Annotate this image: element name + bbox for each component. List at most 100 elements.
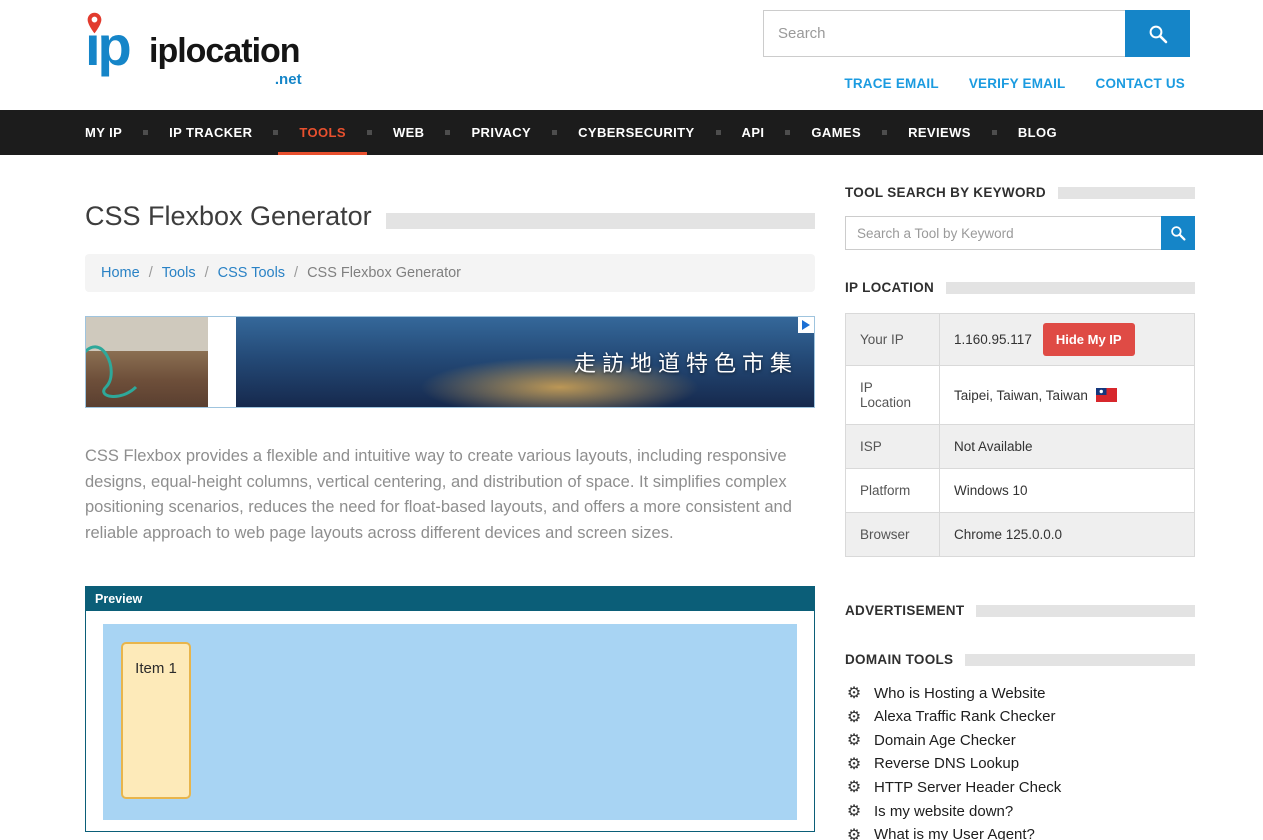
title-row: CSS Flexbox Generator — [85, 201, 815, 232]
site-logo[interactable]: ıp iplocation .net — [85, 10, 300, 82]
row-label: ISP — [846, 425, 940, 469]
verify-email-link[interactable]: VERIFY EMAIL — [969, 76, 1066, 91]
domain-tool-link-domain-age[interactable]: Domain Age Checker — [874, 733, 1016, 750]
ip-location-heading: IP LOCATION — [845, 280, 934, 295]
list-item: ⚙ Alexa Traffic Rank Checker — [845, 709, 1195, 727]
nav-item-ip-tracker[interactable]: IP TRACKER — [148, 110, 273, 155]
row-label: Your IP — [846, 314, 940, 366]
row-value-cell: 1.160.95.117 Hide My IP — [940, 314, 1195, 366]
table-row-platform: Platform Windows 10 — [846, 469, 1195, 513]
breadcrumb-separator: / — [294, 265, 298, 281]
list-item: ⚙ Is my website down? — [845, 803, 1195, 821]
domain-tool-link-http-header[interactable]: HTTP Server Header Check — [874, 780, 1061, 797]
contact-us-link[interactable]: CONTACT US — [1096, 76, 1186, 91]
list-item: ⚙ Who is Hosting a Website — [845, 685, 1195, 703]
tool-search-button[interactable] — [1161, 216, 1195, 250]
gear-icon: ⚙ — [845, 803, 863, 821]
domain-tool-link-hosting[interactable]: Who is Hosting a Website — [874, 686, 1045, 703]
logo-icon: ıp — [85, 10, 149, 82]
search-icon — [1170, 225, 1186, 241]
flex-item-label: Item 1 — [135, 660, 177, 797]
row-value-cell: Not Available — [940, 425, 1195, 469]
content: CSS Flexbox Generator Home / Tools / CSS… — [0, 155, 1263, 840]
domain-tool-link-reverse-dns[interactable]: Reverse DNS Lookup — [874, 756, 1019, 773]
ad-banner[interactable]: 走訪地道特色市集 — [85, 316, 815, 408]
search-button[interactable] — [1125, 10, 1190, 57]
preview-header: Preview — [86, 587, 814, 611]
tool-search-input[interactable] — [845, 216, 1161, 250]
row-value-cell: Taipei, Taiwan, Taiwan — [940, 366, 1195, 425]
breadcrumb: Home / Tools / CSS Tools / CSS Flexbox G… — [85, 254, 815, 292]
row-value-cell: Windows 10 — [940, 469, 1195, 513]
taiwan-flag-icon — [1096, 388, 1117, 402]
header-links: TRACE EMAIL VERIFY EMAIL CONTACT US — [844, 76, 1185, 91]
top-header: ıp iplocation .net TRACE EMAIL VERIFY EM… — [0, 0, 1263, 110]
title-decoration-bar — [386, 213, 815, 229]
ip-info-table: Your IP 1.160.95.117 Hide My IP IP Locat… — [845, 313, 1195, 557]
nav-item-privacy[interactable]: PRIVACY — [450, 110, 552, 155]
table-row-isp: ISP Not Available — [846, 425, 1195, 469]
domain-tools-heading-row: DOMAIN TOOLS — [845, 652, 1195, 667]
heading-decoration-bar — [946, 282, 1195, 294]
breadcrumb-css-tools[interactable]: CSS Tools — [218, 265, 285, 281]
domain-tool-link-user-agent[interactable]: What is my User Agent? — [874, 827, 1035, 840]
domain-tools-heading: DOMAIN TOOLS — [845, 652, 953, 667]
list-item: ⚙ HTTP Server Header Check — [845, 779, 1195, 797]
flex-container: Item 1 — [103, 624, 797, 820]
row-label: Browser — [846, 513, 940, 557]
list-item: ⚙ What is my User Agent? — [845, 827, 1195, 840]
logo-tld: .net — [275, 71, 302, 88]
domain-tools-list: ⚙ Who is Hosting a Website ⚙ Alexa Traff… — [845, 685, 1195, 840]
main-column: CSS Flexbox Generator Home / Tools / CSS… — [85, 185, 815, 840]
breadcrumb-home[interactable]: Home — [101, 265, 140, 281]
heading-decoration-bar — [965, 654, 1195, 666]
adchoices-icon[interactable] — [798, 317, 814, 333]
heading-decoration-bar — [976, 605, 1195, 617]
ad-gap — [208, 317, 236, 407]
ad-left-squiggle — [86, 317, 208, 407]
trace-email-link[interactable]: TRACE EMAIL — [844, 76, 938, 91]
breadcrumb-current: CSS Flexbox Generator — [307, 265, 461, 281]
nav-item-blog[interactable]: BLOG — [997, 110, 1078, 155]
ad-main-image: 走訪地道特色市集 — [236, 317, 814, 407]
domain-tool-link-alexa[interactable]: Alexa Traffic Rank Checker — [874, 709, 1055, 726]
tool-search-heading-row: TOOL SEARCH BY KEYWORD — [845, 185, 1195, 200]
nav-item-api[interactable]: API — [721, 110, 786, 155]
nav-item-tools[interactable]: TOOLS — [278, 110, 367, 155]
heading-decoration-bar — [1058, 187, 1195, 199]
nav-item-web[interactable]: WEB — [372, 110, 446, 155]
tool-search — [845, 216, 1195, 250]
your-ip-value: 1.160.95.117 — [954, 332, 1032, 347]
gear-icon: ⚙ — [845, 779, 863, 797]
hide-my-ip-button[interactable]: Hide My IP — [1043, 323, 1135, 356]
ad-left-image — [86, 317, 208, 407]
list-item: ⚙ Domain Age Checker — [845, 732, 1195, 750]
gear-icon: ⚙ — [845, 827, 863, 840]
nav-item-my-ip[interactable]: MY IP — [85, 110, 143, 155]
logo-wordmark: iplocation — [149, 32, 300, 70]
row-label: Platform — [846, 469, 940, 513]
preview-panel: Preview Item 1 — [85, 586, 815, 832]
gear-icon: ⚙ — [845, 732, 863, 750]
search-input[interactable] — [763, 10, 1125, 57]
flex-item-1[interactable]: Item 1 — [121, 642, 191, 799]
map-pin-icon — [86, 12, 103, 34]
nav-item-reviews[interactable]: REVIEWS — [887, 110, 992, 155]
search-icon — [1148, 24, 1168, 44]
ad-text: 走訪地道特色市集 — [574, 346, 814, 378]
table-row-browser: Browser Chrome 125.0.0.0 — [846, 513, 1195, 557]
advertisement-heading: ADVERTISEMENT — [845, 603, 964, 618]
table-row-your-ip: Your IP 1.160.95.117 Hide My IP — [846, 314, 1195, 366]
row-value-cell: Chrome 125.0.0.0 — [940, 513, 1195, 557]
tool-description: CSS Flexbox provides a flexible and intu… — [85, 444, 815, 546]
advertisement-heading-row: ADVERTISEMENT — [845, 603, 1195, 618]
table-row-ip-location: IP Location Taipei, Taiwan, Taiwan — [846, 366, 1195, 425]
nav-item-cybersecurity[interactable]: CYBERSECURITY — [557, 110, 715, 155]
breadcrumb-tools[interactable]: Tools — [162, 265, 196, 281]
preview-body: Item 1 — [86, 611, 814, 831]
main-nav: MY IP IP TRACKER TOOLS WEB PRIVACY CYBER… — [0, 110, 1263, 155]
sidebar: TOOL SEARCH BY KEYWORD IP LOCATION Your … — [845, 185, 1195, 840]
domain-tool-link-website-down[interactable]: Is my website down? — [874, 804, 1013, 821]
nav-item-games[interactable]: GAMES — [790, 110, 882, 155]
breadcrumb-separator: / — [149, 265, 153, 281]
